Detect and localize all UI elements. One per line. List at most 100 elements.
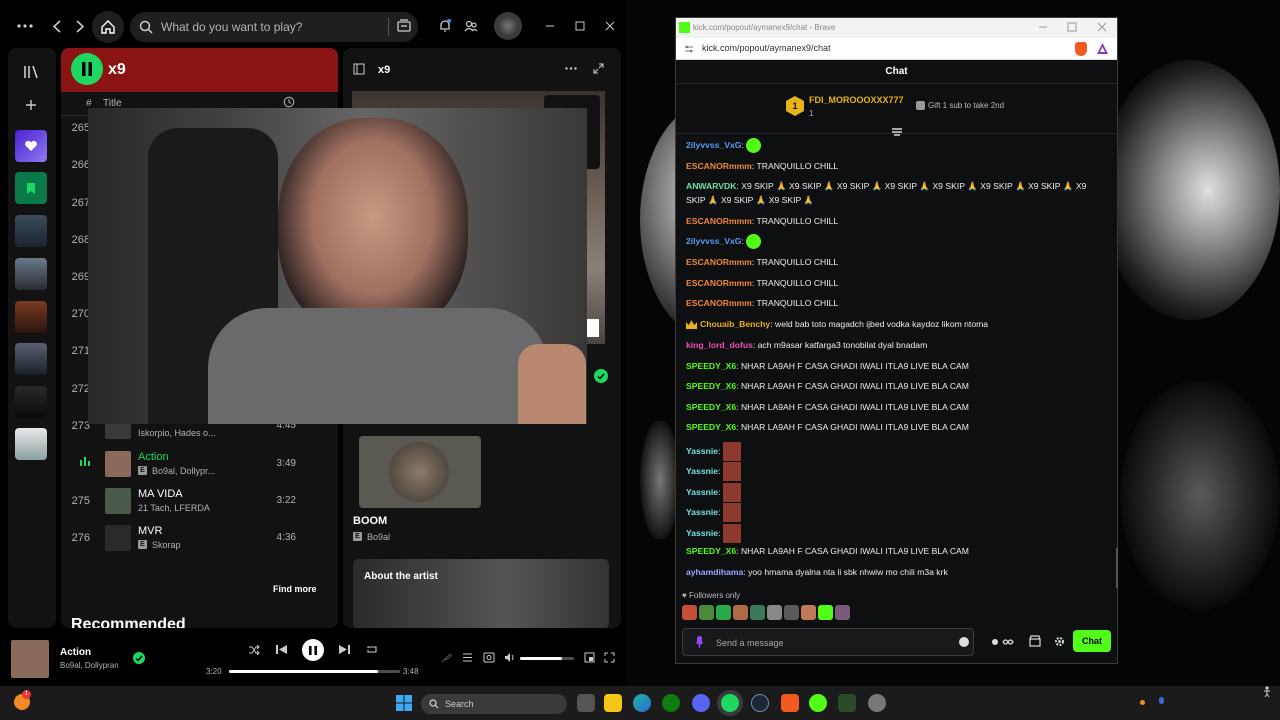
- microphone-tray-icon[interactable]: [1158, 697, 1165, 708]
- connect-device-icon[interactable]: [483, 652, 495, 663]
- site-settings-icon[interactable]: [684, 44, 694, 54]
- next-track-icon[interactable]: [339, 644, 350, 655]
- chat-username[interactable]: Yassnie: [686, 487, 718, 497]
- chat-emote[interactable]: [722, 483, 741, 502]
- about-artist-card[interactable]: About the artist: [353, 559, 609, 628]
- task-view-icon[interactable]: [577, 694, 595, 712]
- minimize-icon[interactable]: [1038, 22, 1048, 32]
- chat-username[interactable]: Yassnie: [686, 507, 718, 517]
- emote-button[interactable]: [767, 605, 782, 620]
- chat-username[interactable]: ayhamdihama: [686, 567, 743, 577]
- track-artist[interactable]: 21 Tach, LFERDA: [138, 503, 210, 513]
- chat-username[interactable]: ESCANORmmm: [686, 298, 752, 308]
- top-gifter-name[interactable]: FDI_MOROOOXXX777: [809, 95, 904, 105]
- emote-button[interactable]: [750, 605, 765, 620]
- fullscreen-icon[interactable]: [604, 652, 615, 663]
- chat-username[interactable]: ESCANORmmm: [686, 216, 752, 226]
- more-menu-icon[interactable]: [14, 16, 36, 36]
- chat-username[interactable]: 2ilyvvss_VxG: [686, 236, 741, 246]
- channel-points-icon[interactable]: [991, 636, 1015, 648]
- emoji-icon[interactable]: [959, 637, 969, 647]
- chat-username[interactable]: Yassnie: [686, 446, 718, 456]
- volume-icon[interactable]: [504, 652, 515, 663]
- library-playlist-thumb[interactable]: [15, 301, 47, 333]
- brave-browser-icon[interactable]: [781, 694, 799, 712]
- chat-username[interactable]: 2ilyvvss_VxG: [686, 140, 741, 150]
- settings-app-icon[interactable]: [868, 694, 886, 712]
- chat-username[interactable]: SPEEDY_X6: [686, 422, 736, 432]
- track-row[interactable]: Action E Bo9al, Dollypr... 3:49: [61, 448, 338, 484]
- saved-episodes-bookmark-icon[interactable]: [15, 172, 47, 204]
- chat-username[interactable]: SPEEDY_X6: [686, 546, 736, 556]
- maximize-icon[interactable]: [1067, 22, 1077, 32]
- volume-slider[interactable]: [520, 657, 574, 660]
- chat-message-input[interactable]: Send a message: [682, 628, 974, 656]
- address-bar[interactable]: kick.com/popout/aymanex9/chat: [676, 38, 1117, 60]
- chat-settings-gear-icon[interactable]: [1054, 636, 1065, 647]
- track-row[interactable]: 276 MVR E Skorap 4:36: [61, 522, 338, 558]
- notifications-bell-icon[interactable]: [437, 18, 453, 34]
- back-arrow-icon[interactable]: [50, 16, 64, 36]
- user-avatar[interactable]: [494, 12, 522, 40]
- shuffle-icon[interactable]: [248, 644, 260, 656]
- maximize-icon[interactable]: [574, 20, 586, 32]
- chat-emote[interactable]: [746, 234, 762, 250]
- taskbar-search[interactable]: Search: [421, 694, 567, 714]
- chat-emote[interactable]: [722, 462, 741, 481]
- track-artist[interactable]: Bo9al, Dollypr...: [152, 466, 215, 476]
- chat-username[interactable]: SPEEDY_X6: [686, 381, 736, 391]
- emote-button[interactable]: [801, 605, 816, 620]
- progress-bar[interactable]: [229, 670, 400, 673]
- emote-button[interactable]: [784, 605, 799, 620]
- now-playing-track-title[interactable]: Action: [60, 647, 91, 658]
- track-title[interactable]: MVR: [138, 525, 162, 537]
- store-icon[interactable]: [1029, 635, 1041, 647]
- panel-toggle-icon[interactable]: [353, 63, 365, 75]
- repeat-icon[interactable]: [366, 644, 378, 655]
- edge-browser-icon[interactable]: [633, 694, 651, 712]
- browse-icon[interactable]: [396, 18, 412, 34]
- steam-icon[interactable]: [751, 694, 769, 712]
- chat-username[interactable]: king_lord_dofus: [686, 340, 753, 350]
- saved-check-icon[interactable]: [133, 652, 145, 664]
- windows-start-icon[interactable]: [396, 695, 412, 711]
- chat-emote[interactable]: [746, 138, 762, 154]
- spotify-taskbar-icon[interactable]: [721, 694, 739, 712]
- close-icon[interactable]: [1097, 22, 1107, 32]
- pause-button[interactable]: [71, 53, 103, 85]
- find-more-link[interactable]: Find more: [273, 584, 317, 594]
- track-title[interactable]: MA VIDA: [138, 488, 183, 500]
- more-options-icon[interactable]: [565, 67, 577, 70]
- library-icon[interactable]: [22, 65, 40, 79]
- video-artist[interactable]: Bo9al: [367, 532, 390, 542]
- track-title[interactable]: Action: [138, 451, 169, 463]
- friend-activity-icon[interactable]: [463, 18, 479, 34]
- lyrics-icon[interactable]: [441, 652, 452, 663]
- chat-username[interactable]: Chouaib_Benchy: [700, 319, 770, 329]
- chat-username[interactable]: SPEEDY_X6: [686, 361, 736, 371]
- brave-rewards-icon[interactable]: [1096, 42, 1109, 55]
- library-playlist-thumb[interactable]: [15, 258, 47, 290]
- track-artist[interactable]: Iskorpio, Hades o...: [138, 428, 216, 438]
- queue-icon[interactable]: [462, 652, 473, 663]
- create-playlist-plus-icon[interactable]: [22, 96, 40, 114]
- music-video-thumbnail[interactable]: [359, 436, 481, 508]
- previous-track-icon[interactable]: [276, 644, 287, 655]
- gift-prompt[interactable]: Gift 1 sub to take 2nd: [928, 101, 1004, 110]
- track-artist[interactable]: Skorap: [152, 540, 181, 550]
- chat-emote[interactable]: [722, 503, 741, 522]
- accessibility-icon[interactable]: [1262, 686, 1272, 698]
- send-chat-button[interactable]: Chat: [1073, 630, 1111, 652]
- close-icon[interactable]: [604, 20, 616, 32]
- emote-button[interactable]: [733, 605, 748, 620]
- library-playlist-thumb[interactable]: [15, 215, 47, 247]
- emote-button[interactable]: [682, 605, 697, 620]
- emote-button[interactable]: [699, 605, 714, 620]
- chat-username[interactable]: ESCANORmmm: [686, 257, 752, 267]
- emote-button[interactable]: [835, 605, 850, 620]
- file-explorer-icon[interactable]: [604, 694, 622, 712]
- liked-songs-heart-icon[interactable]: [15, 130, 47, 162]
- collapse-menu-icon[interactable]: [892, 128, 902, 137]
- chat-emote[interactable]: [722, 442, 741, 461]
- forward-arrow-icon[interactable]: [73, 16, 87, 36]
